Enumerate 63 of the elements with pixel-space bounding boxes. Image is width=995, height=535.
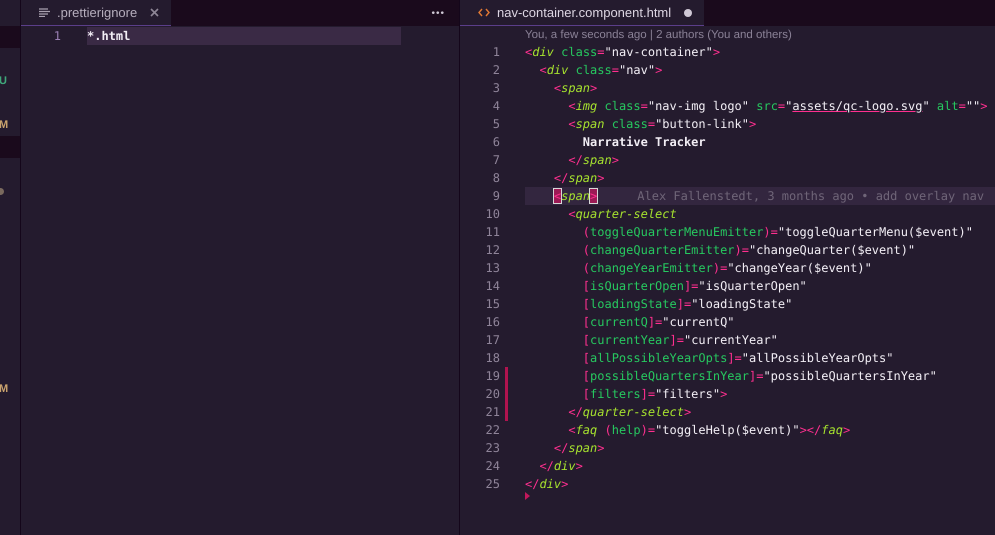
code-line: <faq (help)="toggleHelp($event)"></faq> — [567, 422, 850, 439]
code-line: [loadingState]="loadingState" — [582, 296, 792, 313]
codelens-authors[interactable]: You, a few seconds ago | 2 authors (You and others) — [525, 28, 792, 40]
code-line: <div class="nav"> — [538, 62, 662, 79]
code-line: [currentYear]="currentYear" — [582, 332, 778, 349]
code-line: </span> — [552, 440, 604, 457]
unsaved-dot-icon — [684, 8, 692, 16]
code-line: </span> — [552, 170, 604, 187]
code-line: (changeQuarterEmitter)="changeQuarter($event)" — [582, 242, 916, 259]
code-line: Narrative Tracker — [582, 134, 706, 151]
line-number: 8 — [492, 171, 500, 185]
line-number: 25 — [484, 477, 500, 491]
line-number: 2 — [492, 63, 500, 77]
close-icon[interactable] — [150, 8, 160, 17]
code-line: [possibleQuartersInYear]="possibleQuartersInYear" — [582, 368, 937, 385]
code-line: (toggleQuarterMenuEmitter)="toggleQuarterMenu($event)" — [582, 224, 973, 241]
editor-tab[interactable]: .prettierignore — [21, 0, 172, 26]
editor-tab[interactable]: nav-container.component.html — [460, 0, 704, 26]
line-number: 5 — [492, 117, 500, 131]
git-status-letter: M — [0, 119, 8, 131]
code-line: </quarter-select> — [567, 404, 692, 421]
line-number: 1 — [492, 45, 500, 59]
code-line: <div class="nav-container"> — [525, 44, 720, 61]
line-number: 23 — [484, 441, 500, 455]
more-actions-button[interactable]: ••• — [417, 0, 459, 26]
blame-annotation: Alex Fallenstedt, 3 months ago • add overlay nav — [637, 189, 984, 203]
line-number: 1 — [52, 29, 61, 43]
code-line: (changeYearEmitter)="changeYear($event)" — [582, 260, 872, 277]
code-line: <span class="button-link"> — [567, 116, 756, 133]
line-number: 7 — [492, 153, 500, 167]
code-line: <img class="nav-img logo" src="assets/qc-logo.svg" alt=""> — [567, 98, 988, 115]
line-number: 18 — [484, 351, 500, 365]
line-number: 24 — [484, 459, 500, 473]
line-number: 22 — [484, 423, 500, 437]
code-line: <span> — [552, 80, 598, 97]
code-line: [currentQ]="currentQ" — [582, 314, 735, 331]
line-number: 11 — [484, 225, 500, 239]
line-number: 10 — [484, 207, 500, 221]
code-line: </div> — [525, 476, 568, 493]
code-brackets-icon — [478, 8, 490, 17]
code-line: <span> — [552, 188, 598, 205]
code-line: [isQuarterOpen]="isQuarterOpen" — [582, 278, 807, 295]
code-line: <quarter-select — [567, 206, 677, 223]
line-number: 21 — [484, 405, 500, 419]
line-number: 3 — [492, 81, 500, 95]
line-number: 9 — [492, 189, 500, 203]
code-line: [allPossibleYearOpts]="allPossibleYearOpts" — [582, 350, 894, 367]
code-line: [filters]="filters"> — [582, 386, 728, 403]
git-status-letter: M — [0, 383, 8, 395]
line-number: 17 — [484, 333, 500, 347]
code-line: </span> — [567, 152, 619, 169]
line-number: 12 — [484, 243, 500, 257]
line-number: 4 — [492, 99, 500, 113]
lines-icon — [39, 8, 50, 17]
line-number: 14 — [484, 279, 500, 293]
line-number: 16 — [484, 315, 500, 329]
line-number: 15 — [484, 297, 500, 311]
line-number: 13 — [484, 261, 500, 275]
line-number: 19 — [484, 369, 500, 383]
code-line: </div> — [538, 458, 583, 475]
line-number: 20 — [484, 387, 500, 401]
line-number: 6 — [492, 135, 500, 149]
git-status-letter: U — [0, 75, 7, 87]
